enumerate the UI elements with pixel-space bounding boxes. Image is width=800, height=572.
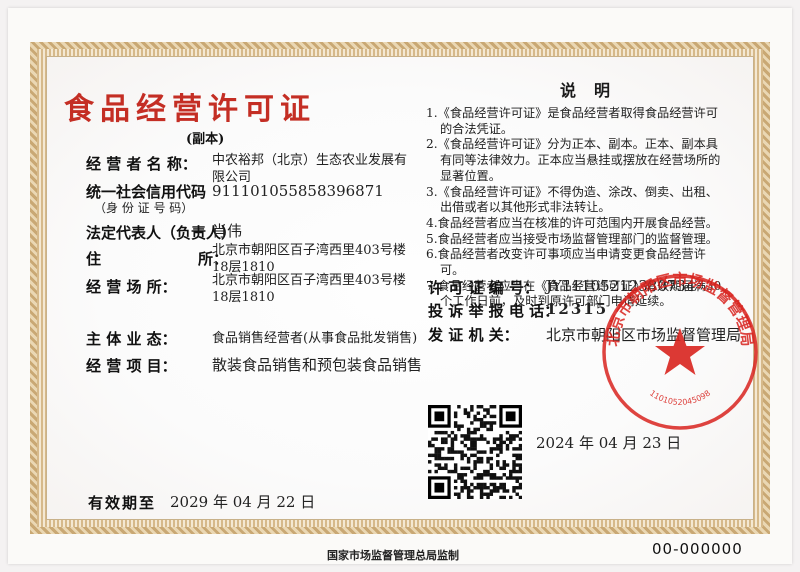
business-items-label: 经 营 项 目： [86, 357, 177, 375]
permit-number-label: 许 可 证 编 号： [428, 279, 539, 297]
note-item: 4.食品经营者应当在核准的许可范围内开展食品经营。 [426, 215, 718, 230]
seal-code: 1101052045098 [648, 389, 712, 407]
issue-date: 2024 年 04 月 23 日 [536, 434, 682, 452]
complaint-phone-label: 投 诉 举 报 电 话： [428, 302, 560, 320]
license-title: 食品经营许可证 [64, 92, 316, 127]
qr-code-icon [428, 405, 523, 500]
footer-supervisor: 国家市场监督管理总局监制 [327, 549, 459, 562]
notes-title: 说明 [560, 81, 629, 100]
license-subtitle: (副本) [186, 132, 225, 147]
operator-value: 中农裕邦（北京）生态农业发展有限公司 [212, 153, 408, 185]
main-type-label: 主 体 业 态： [86, 330, 177, 348]
seal-star-icon [655, 328, 705, 375]
business-items-value: 散装食品销售和预包装食品销售 [212, 356, 423, 374]
premises-value: 北京市朝阳区百子湾西里403号楼18层1810 [212, 273, 406, 305]
address-value: 北京市朝阳区百子湾西里403号楼18层1810 [212, 243, 406, 275]
main-type-value: 食品销售经营者(从事食品批发销售) [212, 331, 418, 346]
note-item: 2.《食品经营许可证》分为正本、副本。正本、副本具有同等法律效力。正本应当悬挂或… [426, 137, 721, 183]
note-item: 1.《食品经营许可证》是食品经营者取得食品经营许可的合法凭证。 [426, 106, 718, 136]
serial-number: 00-000000 [652, 540, 743, 558]
credit-code-value: 911101055858396871 [212, 182, 384, 200]
operator-label: 经 营 者 名 称： [86, 155, 197, 173]
note-item: 3.《食品经营许可证》不得伪造、涂改、倒卖、出租、出借或者以其他形式非法转让。 [426, 184, 718, 215]
address-label: 住所： [86, 250, 229, 268]
official-seal: 北京市朝阳区市场监督管理局 1101052045098 [602, 270, 758, 430]
credit-code-sub-label: （身 份 证 号 码） [94, 201, 194, 215]
validity-value: 2029 年 04 月 22 日 [170, 493, 316, 511]
issuer-label: 发 证 机 关： [428, 326, 519, 344]
qr-code[interactable] [428, 405, 523, 500]
premises-label: 经 营 场 所： [86, 278, 177, 296]
note-item: 5.食品经营者应当接受市场监督管理部门的监督管理。 [426, 231, 718, 246]
validity-label: 有效期至 [88, 494, 157, 512]
legal-rep-value: 肖伟 [212, 222, 243, 240]
